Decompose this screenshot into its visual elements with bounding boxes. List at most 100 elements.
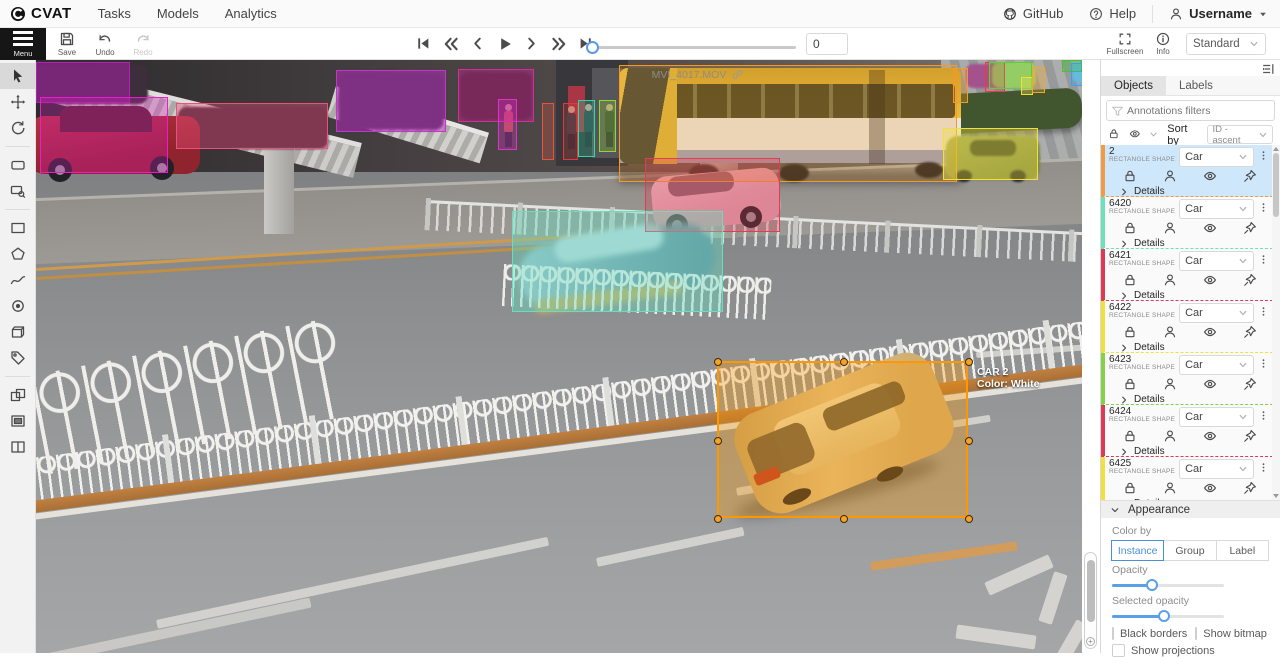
car-box-deeppink[interactable] [458,69,534,122]
car-box-blue-small[interactable] [1071,63,1082,86]
canvas-scrollbar[interactable]: + [1084,552,1097,649]
fullscreen-button[interactable]: Fullscreen [1108,29,1142,59]
box-orange-small[interactable] [953,68,968,103]
object-actions-icon[interactable] [1258,358,1269,372]
object-pinned-button[interactable] [1243,377,1257,391]
previous-frame-button[interactable] [468,34,488,54]
help-link[interactable]: Help [1089,6,1136,21]
object-occluded-button[interactable] [1163,429,1177,443]
cvat-logo[interactable]: CVAT [10,5,72,22]
undo-button[interactable]: Undo [88,29,122,59]
object-label-select[interactable]: Car [1179,147,1254,167]
car-box-yellow[interactable] [943,128,1038,180]
tool-move[interactable] [0,89,36,115]
info-button[interactable]: Info [1146,29,1180,59]
person-box-teal[interactable] [578,100,595,157]
object-details-toggle[interactable]: Details [1109,443,1269,457]
object-hidden-button[interactable] [1203,169,1217,183]
tool-setup-tag[interactable] [0,345,36,371]
object-item[interactable]: 6423 RECTANGLE SHAPE Car Details [1101,353,1273,405]
object-details-toggle[interactable]: Details [1109,339,1269,353]
play-button[interactable] [495,34,515,54]
object-details-toggle[interactable]: Details [1109,183,1269,197]
object-pinned-button[interactable] [1243,481,1257,495]
tool-group[interactable] [0,408,36,434]
object-details-toggle[interactable]: Details [1109,391,1269,405]
object-pinned-button[interactable] [1243,169,1257,183]
objects-list-scrollbar[interactable] [1272,145,1280,500]
car-box-teal[interactable] [512,211,723,312]
box-red-edge[interactable] [542,103,554,160]
object-actions-icon[interactable] [1258,462,1269,476]
box-orange-tiny[interactable] [1032,67,1045,93]
object-hidden-button[interactable] [1203,221,1217,235]
tool-fit-image[interactable] [0,152,36,178]
object-occluded-button[interactable] [1163,169,1177,183]
hide-all-button[interactable] [1129,128,1141,141]
resize-handle[interactable] [840,358,848,366]
object-details-toggle[interactable]: Details [1109,235,1269,249]
object-item[interactable]: 2 RECTANGLE SHAPE Car Details [1101,145,1273,197]
object-lock-button[interactable] [1123,169,1137,183]
object-occluded-button[interactable] [1163,377,1177,391]
frame-slider[interactable] [588,41,796,55]
person-box-magenta[interactable] [498,99,517,150]
tool-draw-points[interactable] [0,293,36,319]
tool-select-region[interactable] [0,178,36,204]
tool-draw-cuboid[interactable] [0,319,36,345]
car-box-orchid[interactable] [336,70,446,132]
object-pinned-button[interactable] [1243,325,1257,339]
show-bitmap-checkbox[interactable] [1195,627,1197,640]
expand-all-icon[interactable] [1149,130,1158,140]
canvas-scrollbar-thumb[interactable] [1087,560,1095,622]
scroll-up-icon[interactable] [1273,147,1279,151]
next-frame-button[interactable] [522,34,542,54]
color-by-label-option[interactable]: Label [1216,540,1269,561]
object-lock-button[interactable] [1123,273,1137,287]
tool-cursor[interactable] [0,63,36,89]
tool-draw-polygon[interactable] [0,241,36,267]
object-lock-button[interactable] [1123,221,1137,235]
object-actions-icon[interactable] [1258,202,1269,216]
workspace-select[interactable]: Standard [1186,33,1266,55]
frame-number-input[interactable] [806,33,848,55]
object-occluded-button[interactable] [1163,325,1177,339]
nav-analytics[interactable]: Analytics [225,6,277,21]
objects-scrollbar-thumb[interactable] [1273,153,1279,217]
person-box-red[interactable] [563,103,578,160]
redo-button[interactable]: Redo [126,29,160,59]
resize-handle[interactable] [714,437,722,445]
object-label-select[interactable]: Car [1179,407,1254,427]
black-borders-checkbox[interactable] [1112,627,1114,640]
tool-merge[interactable] [0,382,36,408]
object-actions-icon[interactable] [1258,150,1269,164]
car-box-magenta[interactable] [40,97,168,173]
resize-handle[interactable] [714,515,722,523]
object-hidden-button[interactable] [1203,377,1217,391]
frame-slider-track[interactable] [588,46,796,49]
resize-handle[interactable] [965,437,973,445]
object-actions-icon[interactable] [1258,254,1269,268]
tool-rotate[interactable] [0,115,36,141]
appearance-header[interactable]: Appearance [1101,501,1280,518]
object-occluded-button[interactable] [1163,221,1177,235]
object-pinned-button[interactable] [1243,429,1257,443]
object-lock-button[interactable] [1123,481,1137,495]
selected-opacity-slider[interactable] [1112,610,1224,623]
object-pinned-button[interactable] [1243,221,1257,235]
lock-all-button[interactable] [1108,128,1120,141]
object-lock-button[interactable] [1123,377,1137,391]
save-button[interactable]: Save [50,29,84,59]
object-details-toggle[interactable]: Details [1109,287,1269,301]
resize-handle[interactable] [965,358,973,366]
tool-draw-polyline[interactable] [0,267,36,293]
github-link[interactable]: GitHub [1003,6,1063,21]
backward-jump-button[interactable] [441,34,461,54]
resize-handle[interactable] [840,515,848,523]
object-label-select[interactable]: Car [1179,355,1254,375]
object-hidden-button[interactable] [1203,429,1217,443]
resize-handle[interactable] [714,358,722,366]
object-actions-icon[interactable] [1258,306,1269,320]
link-icon[interactable] [731,68,744,81]
object-hidden-button[interactable] [1203,325,1217,339]
